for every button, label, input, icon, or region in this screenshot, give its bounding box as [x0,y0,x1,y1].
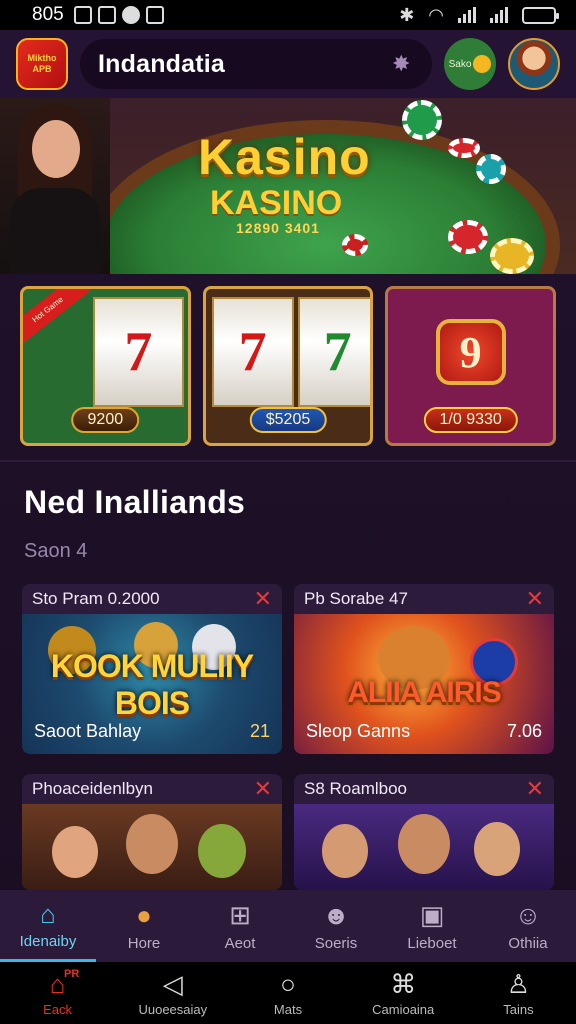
slot-reel: 7 [297,297,371,407]
app-logo[interactable]: Miktho APB [16,38,68,90]
chip-icon [402,100,442,140]
game-label: Sleop Ganns [306,721,411,741]
hero-title: Kasino [198,129,371,185]
nav-eack[interactable]: ⌂ PR Eack [0,962,115,1024]
game-card-header: Pb Sorabe 47 [304,589,408,608]
game-art: KOOK MULIIY BOIS Saoot Bahlay 21 [22,614,282,754]
slot-card-3[interactable]: 9 1/0 9330 [385,286,557,446]
notification-image-icon [145,6,164,24]
signal-icon [458,7,476,23]
game-art-title: ALIIA AIRIS [347,676,501,709]
user-icon: ☺ [514,900,542,930]
grid-icon: ⊞ [229,900,251,930]
star-icon[interactable]: ✸ [392,53,414,75]
game-label: Saoot Bahlay [34,721,142,741]
back-icon: ◁ [162,968,183,999]
hot-ribbon: Hot Game [22,289,91,347]
title-bar[interactable]: Indandatia ✸ [80,39,432,89]
notification-n-icon [97,6,116,24]
game-card-header: S8 Roamlboo [304,779,408,798]
circle-icon: ○ [280,968,296,999]
game-art: ALIIA AIRIS Sleop Ganns 7.06 [294,614,554,754]
slot-price: 9200 [71,407,140,433]
status-bar: 805 ✱ ◠ [0,0,576,30]
category-aeot[interactable]: ⊞ Aeot [192,890,288,962]
close-icon[interactable]: ✕ [526,778,544,800]
book-icon: ⌘ [390,968,417,999]
nav-camioaina[interactable]: ⌘ Camioaina [346,962,461,1024]
nav-tains[interactable]: ♙ Tains [461,962,576,1024]
person-icon: ● [136,900,152,930]
slot-card-2[interactable]: 7 7 $5205 [202,286,374,446]
chip-icon [342,234,368,256]
section-title: Ned Inalliands [24,484,246,520]
close-icon[interactable]: ✕ [526,588,544,610]
nav-home[interactable]: ○ Mats [230,962,345,1024]
hero-number: 12890 3401 [236,220,320,236]
section-subtitle: Saon 4 [24,540,88,562]
close-icon[interactable]: ✕ [254,588,272,610]
status-time: 805 [32,4,64,25]
slot-card-1[interactable]: Hot Game 7 9200 [20,286,191,446]
hero-banner[interactable]: Kasino KASINO 12890 3401 [0,98,576,274]
game-number: 21 [249,721,270,741]
game-card-4[interactable]: S8 Roamlboo ✕ [294,774,554,890]
category-hore[interactable]: ● Hore [96,890,192,962]
category-soeris[interactable]: ☻ Soeris [288,890,384,962]
game-art [22,804,282,890]
slot-reel: 7 [93,297,184,407]
category-home[interactable]: ⌂ Idenaiby [0,890,96,962]
game-number: 7.06 [506,721,542,741]
system-navigation: ⌂ PR Eack ◁ Uuoeesaiay ○ Mats ⌘ Camioain… [0,962,576,1024]
battery-icon [522,6,559,24]
game-art-title: KOOK MULIIY BOIS [50,648,254,721]
app-title: Indandatia [98,49,226,78]
game-card-header: Phoaceidenlbyn [32,779,153,798]
game-art [294,804,554,890]
nav-badge: PR [64,968,80,980]
game-card-3[interactable]: Phoaceidenlbyn ✕ [22,774,282,890]
category-bar: ⌂ Idenaiby ● Hore ⊞ Aeot ☻ Soeris ▣ Lieb… [0,890,576,962]
chip-icon [476,154,506,184]
close-icon[interactable]: ✕ [254,778,272,800]
category-othiia[interactable]: ☺ Othiia [480,890,576,962]
chip-icon [490,238,534,274]
category-lieboet[interactable]: ▣ Lieboet [384,890,480,962]
game-card-1[interactable]: Sto Pram 0.2000 ✕ KOOK MULIIY BOIS Saoot… [22,584,282,754]
wifi-icon: ◠ [428,4,444,25]
slot-price: $5205 [249,407,327,433]
notification-b-icon [73,6,92,24]
nav-back[interactable]: ◁ Uuoeesaiay [115,962,230,1024]
avatar[interactable] [508,38,560,90]
slot-price: 1/0 9330 [423,407,518,433]
slot-reel: 7 [211,297,294,407]
hero-subtitle: KASINO [210,184,343,222]
game-card-2[interactable]: Pb Sorabe 47 ✕ ALIIA AIRIS Sleop Ganns 7… [294,584,554,754]
game-card-header: Sto Pram 0.2000 [32,589,160,608]
slot-carousel: Hot Game 7 9200 7 7 $5205 9 1/0 9330 [20,286,557,446]
signal-2-icon [490,7,508,23]
chip-icon [448,138,480,158]
app-screen: 805 ✱ ◠ Miktho APB Indandatia ✸ Sako Kas… [0,0,576,1024]
app-header: Miktho APB Indandatia ✸ Sako [0,30,576,98]
home-icon: ⌂ [40,898,56,929]
profile-icon: ♙ [506,968,531,999]
slot-symbol: 9 [435,319,506,385]
users-icon: ☻ [322,900,350,930]
dealer-image [0,98,110,274]
coin-balance-button[interactable]: Sako [444,38,496,90]
chip-icon [448,220,488,254]
lock-icon: ▣ [419,900,445,930]
coin-icon [473,55,492,73]
divider [0,460,576,462]
notification-music-icon [121,6,140,24]
bluetooth-icon: ✱ [399,4,415,25]
